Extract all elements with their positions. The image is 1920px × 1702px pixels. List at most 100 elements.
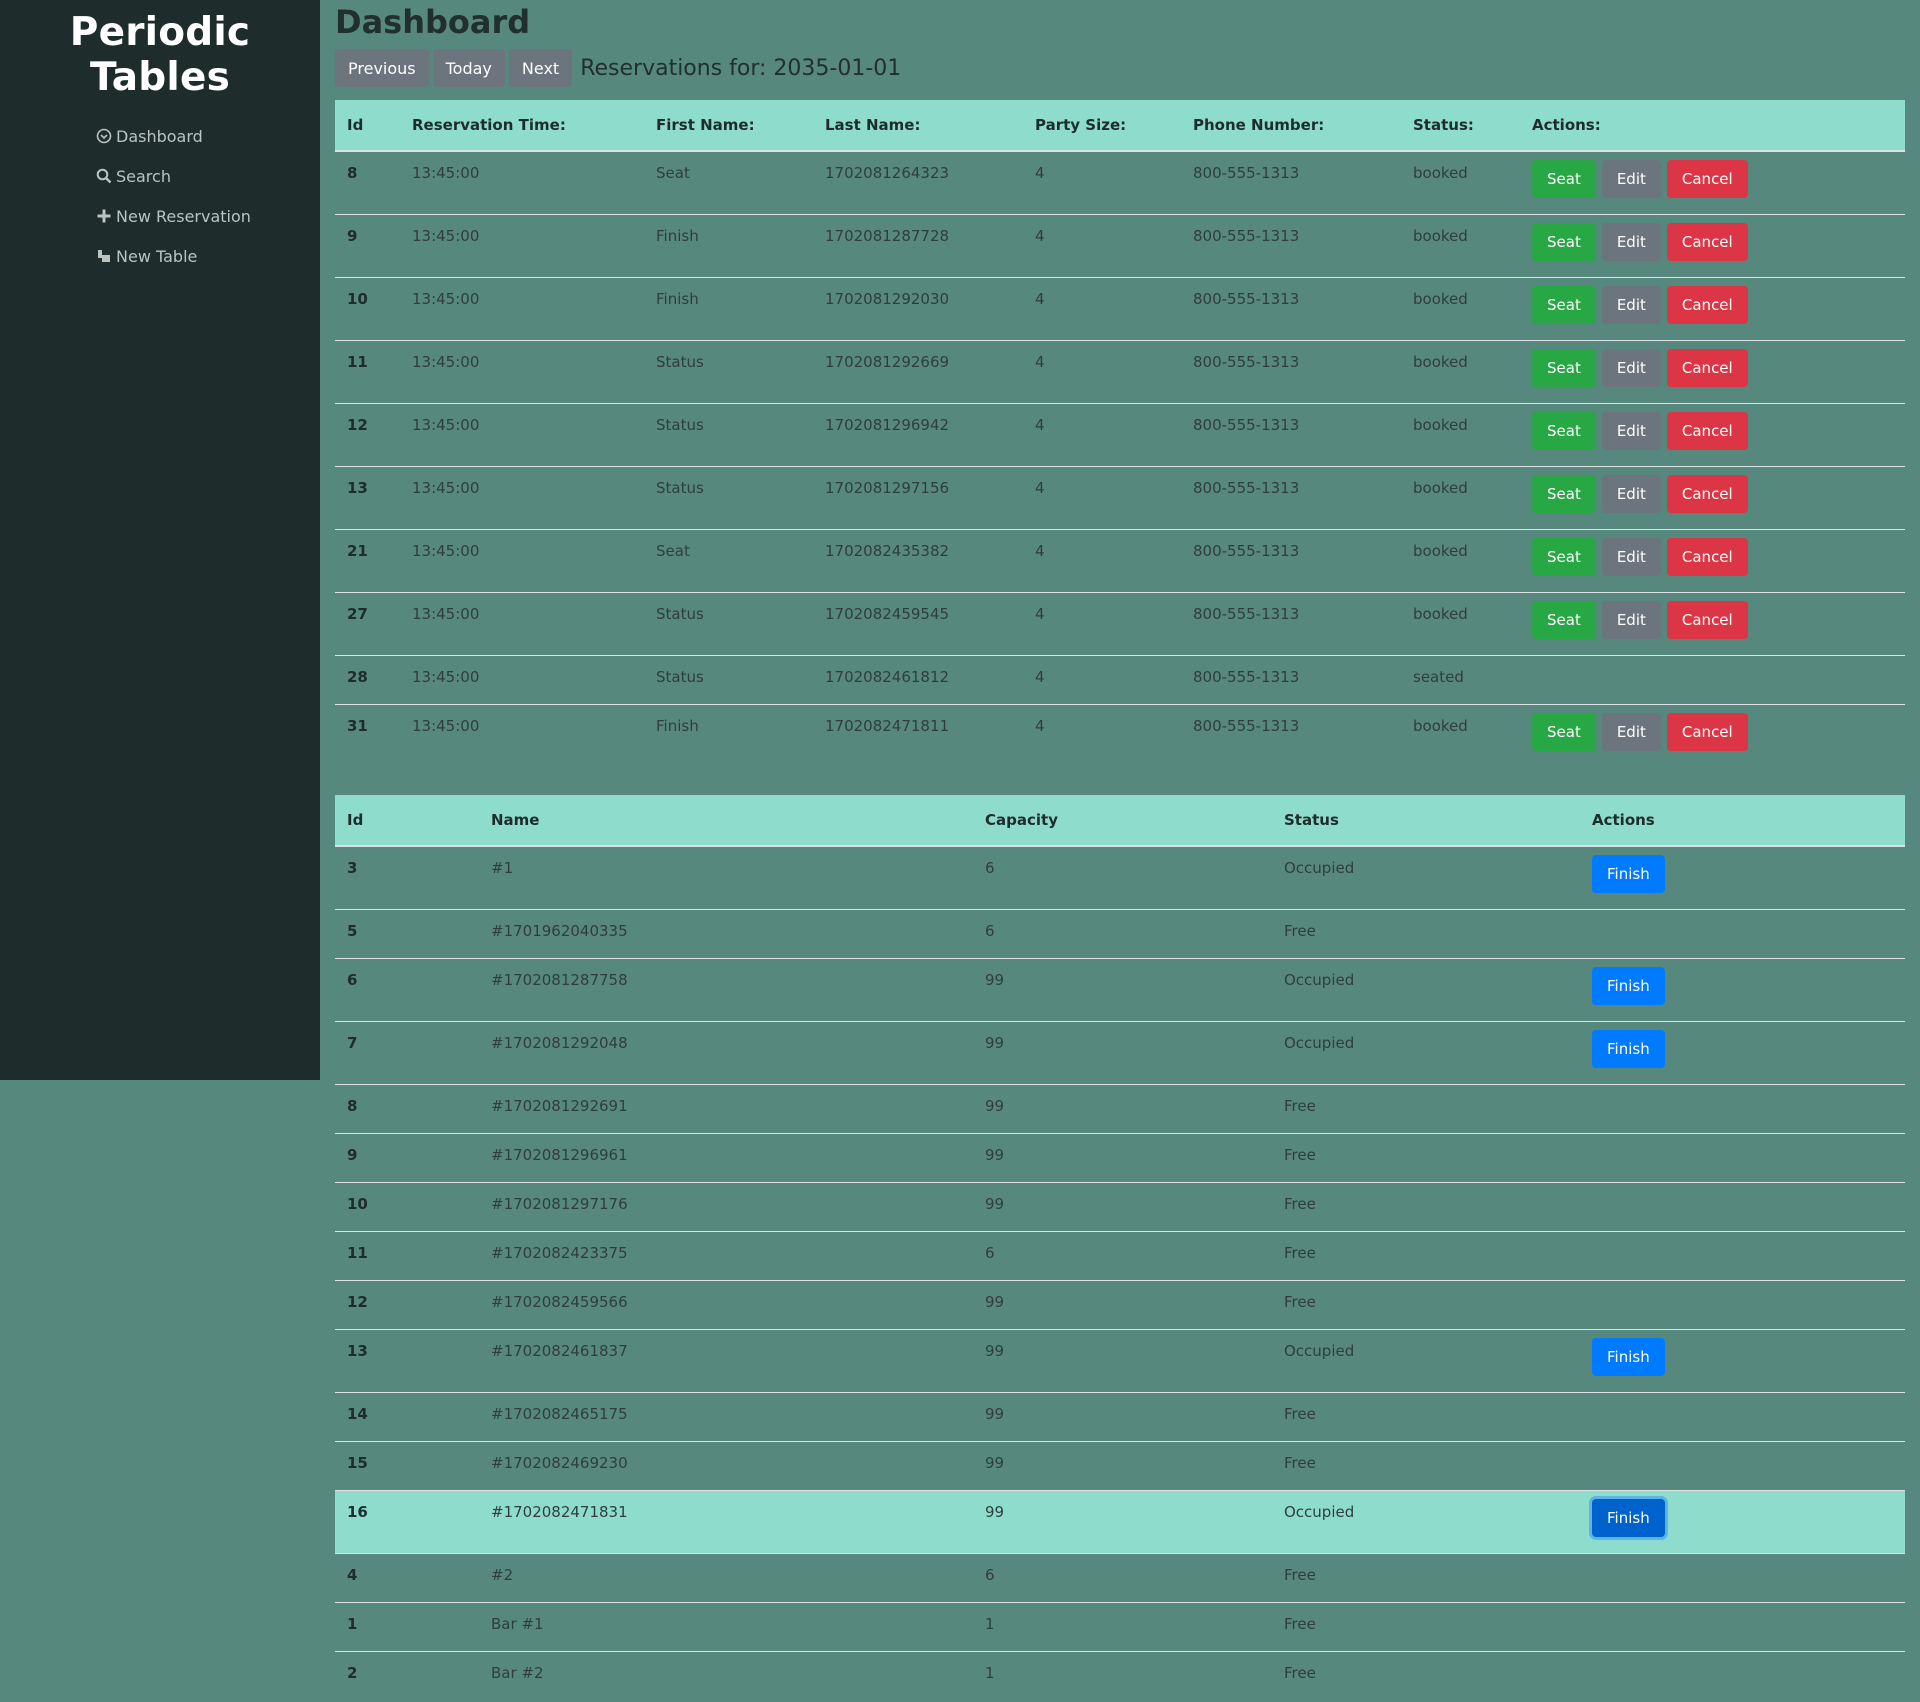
table-capacity: 6: [973, 845, 1272, 910]
reservation-actions: Seat Edit Cancel: [1520, 403, 1905, 467]
table-status: Occupied: [1272, 1021, 1580, 1085]
reservation-first-name: Finish: [644, 214, 813, 278]
reservation-action-group: Seat Edit Cancel: [1532, 713, 1893, 751]
table-capacity: 99: [973, 1084, 1272, 1134]
reservation-action-group: Seat Edit Cancel: [1532, 349, 1893, 387]
reservation-last-name: 1702081264323: [813, 150, 1023, 215]
reservation-time: 13:45:00: [400, 150, 644, 215]
tables-body: 3 #1 6 Occupied Finish 5 #1701962040335 6 Free 6 #…: [335, 845, 1905, 1700]
table-actions: Finish: [1580, 1490, 1905, 1554]
reservation-last-name: 1702081287728: [813, 214, 1023, 278]
table-actions: [1580, 1231, 1905, 1281]
cancel-button[interactable]: Cancel: [1666, 601, 1748, 639]
reservation-id: 9: [335, 214, 400, 278]
cancel-button[interactable]: Cancel: [1666, 223, 1748, 261]
table-status: Free: [1272, 1280, 1580, 1330]
cancel-button[interactable]: Cancel: [1666, 713, 1748, 751]
finish-button[interactable]: Finish: [1592, 1338, 1665, 1376]
edit-button[interactable]: Edit: [1601, 475, 1661, 513]
table-id: 6: [335, 958, 479, 1022]
reservation-first-name: Seat: [644, 150, 813, 215]
seat-button[interactable]: Seat: [1532, 160, 1596, 198]
col-actions: Actions: [1580, 795, 1905, 847]
cancel-button[interactable]: Cancel: [1666, 160, 1748, 198]
seat-button[interactable]: Seat: [1532, 713, 1596, 751]
reservation-phone: 800-555-1313: [1181, 277, 1401, 341]
reservation-party-size: 4: [1023, 529, 1181, 593]
cancel-button[interactable]: Cancel: [1666, 475, 1748, 513]
col-name: Name: [479, 795, 973, 847]
reservation-last-name: 1702081292030: [813, 277, 1023, 341]
sidebar-item-label: Dashboard: [116, 126, 203, 146]
edit-button[interactable]: Edit: [1601, 286, 1661, 324]
table-name: #1: [479, 845, 973, 910]
next-button[interactable]: Next: [508, 49, 573, 87]
reservation-actions: [1520, 655, 1905, 705]
table-id: 14: [335, 1392, 479, 1442]
finish-button[interactable]: Finish: [1592, 967, 1665, 1005]
previous-button[interactable]: Previous: [335, 49, 429, 87]
edit-button[interactable]: Edit: [1601, 601, 1661, 639]
seat-button[interactable]: Seat: [1532, 538, 1596, 576]
table-row: 8 #1702081292691 99 Free: [335, 1084, 1905, 1134]
seat-button[interactable]: Seat: [1532, 412, 1596, 450]
cancel-button[interactable]: Cancel: [1666, 349, 1748, 387]
edit-button[interactable]: Edit: [1601, 160, 1661, 198]
sidebar-item-new-reservation[interactable]: New Reservation: [96, 196, 320, 236]
seat-button[interactable]: Seat: [1532, 601, 1596, 639]
reservation-action-group: Seat Edit Cancel: [1532, 286, 1893, 324]
seat-button[interactable]: Seat: [1532, 286, 1596, 324]
table-row: 4 #2 6 Free: [335, 1553, 1905, 1603]
finish-button[interactable]: Finish: [1592, 1030, 1665, 1068]
reservation-status: booked: [1401, 704, 1520, 767]
edit-button[interactable]: Edit: [1601, 223, 1661, 261]
edit-button[interactable]: Edit: [1601, 412, 1661, 450]
table-capacity: 99: [973, 1280, 1272, 1330]
reservation-action-group: Seat Edit Cancel: [1532, 412, 1893, 450]
sidebar-item-dashboard[interactable]: Dashboard: [96, 116, 320, 156]
table-row: 7 #1702081292048 99 Occupied Finish: [335, 1021, 1905, 1085]
today-button[interactable]: Today: [432, 49, 505, 87]
table-row: 2 Bar #2 1 Free: [335, 1651, 1905, 1700]
table-status: Occupied: [1272, 1490, 1580, 1554]
reservation-last-name: 1702081296942: [813, 403, 1023, 467]
cancel-button[interactable]: Cancel: [1666, 412, 1748, 450]
table-capacity: 99: [973, 1329, 1272, 1393]
reservation-time: 13:45:00: [400, 466, 644, 530]
finish-button[interactable]: Finish: [1592, 855, 1665, 893]
reservation-first-name: Status: [644, 403, 813, 467]
table-capacity: 99: [973, 1441, 1272, 1491]
edit-button[interactable]: Edit: [1601, 713, 1661, 751]
table-row: 16 #1702082471831 99 Occupied Finish: [335, 1490, 1905, 1554]
cancel-button[interactable]: Cancel: [1666, 286, 1748, 324]
table-row: 9 #1702081296961 99 Free: [335, 1133, 1905, 1183]
table-id: 13: [335, 1329, 479, 1393]
table-name: #1702082461837: [479, 1329, 973, 1393]
table-row: 10 #1702081297176 99 Free: [335, 1182, 1905, 1232]
table-id: 16: [335, 1490, 479, 1554]
reservation-actions: Seat Edit Cancel: [1520, 466, 1905, 530]
reservation-status: booked: [1401, 150, 1520, 215]
cancel-button[interactable]: Cancel: [1666, 538, 1748, 576]
seat-button[interactable]: Seat: [1532, 349, 1596, 387]
reservation-time: 13:45:00: [400, 403, 644, 467]
seat-button[interactable]: Seat: [1532, 223, 1596, 261]
sidebar-item-search[interactable]: Search: [96, 156, 320, 196]
table-capacity: 99: [973, 1490, 1272, 1554]
reservation-row: 8 13:45:00 Seat 1702081264323 4 800-555-1313 b…: [335, 150, 1905, 215]
reservation-id: 28: [335, 655, 400, 705]
sidebar-item-new-table[interactable]: New Table: [96, 236, 320, 276]
reservation-row: 21 13:45:00 Seat 1702082435382 4 800-555-1313…: [335, 529, 1905, 593]
reservation-phone: 800-555-1313: [1181, 340, 1401, 404]
finish-button[interactable]: Finish: [1592, 1499, 1665, 1537]
reservation-last-name: 1702081292669: [813, 340, 1023, 404]
reservation-party-size: 4: [1023, 655, 1181, 705]
edit-button[interactable]: Edit: [1601, 538, 1661, 576]
table-id: 10: [335, 1182, 479, 1232]
reservation-time: 13:45:00: [400, 704, 644, 767]
seat-button[interactable]: Seat: [1532, 475, 1596, 513]
edit-button[interactable]: Edit: [1601, 349, 1661, 387]
reservation-actions: Seat Edit Cancel: [1520, 592, 1905, 656]
reservation-status: booked: [1401, 214, 1520, 278]
reservation-status: booked: [1401, 592, 1520, 656]
